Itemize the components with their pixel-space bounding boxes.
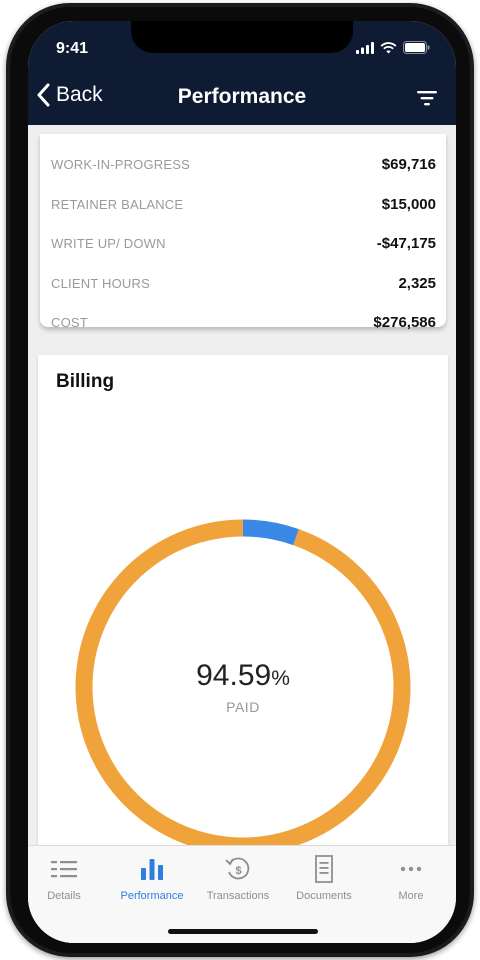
svg-text:$: $ (235, 865, 241, 877)
tab-transactions[interactable]: $ Transactions (195, 854, 281, 910)
filter-icon[interactable] (414, 88, 440, 108)
phone-frame: 9:41 Back Performance WORK-IN-PROGRESS $… (6, 3, 474, 957)
metric-row-client-hours: CLIENT HOURS 2,325 (40, 264, 446, 302)
metric-label: COST (51, 314, 88, 330)
device-notch (131, 21, 353, 53)
back-button[interactable]: Back (36, 83, 103, 107)
tab-bar: Details Performance $ Transactions Docum… (28, 845, 456, 943)
billing-title: Billing (56, 371, 115, 392)
status-time: 9:41 (56, 40, 89, 57)
tab-label: Details (47, 890, 81, 902)
bar-chart-icon (141, 859, 163, 880)
tab-label: Performance (120, 890, 184, 902)
battery-icon (403, 41, 430, 54)
back-label: Back (56, 83, 103, 106)
chevron-left-icon (37, 83, 50, 107)
tab-more[interactable]: More (368, 854, 454, 910)
metric-value: -$47,175 (376, 234, 436, 252)
app-header: 9:41 Back Performance (28, 21, 456, 125)
metric-value: $15,000 (381, 195, 436, 213)
paid-percent-value: 94.59 (196, 659, 272, 692)
list-icon (51, 861, 77, 878)
tab-details[interactable]: Details (28, 854, 107, 910)
metric-row-write-up-down: WRITE UP/ DOWN -$47,175 (40, 224, 446, 262)
more-icon (400, 866, 422, 872)
metric-value: $276,586 (373, 313, 436, 331)
paid-label: PAID (226, 699, 260, 715)
home-indicator (168, 929, 318, 934)
transactions-icon: $ (225, 857, 250, 880)
signal-icon (356, 41, 374, 54)
metric-label: WRITE UP/ DOWN (51, 235, 166, 251)
metric-label: CLIENT HOURS (51, 275, 150, 291)
metric-row-retainer-balance: RETAINER BALANCE $15,000 (40, 185, 446, 223)
metric-row-cost: COST $276,586 (40, 303, 446, 341)
metric-row-work-in-progress: WORK-IN-PROGRESS $69,716 (40, 145, 446, 183)
percent-sign: % (271, 667, 290, 690)
metric-label: RETAINER BALANCE (51, 196, 184, 212)
paid-percent: 94.59% (196, 659, 290, 693)
tab-label: Documents (296, 890, 352, 902)
donut-center-label: 94.59% PAID (75, 519, 411, 855)
metric-value: $69,716 (381, 155, 436, 173)
status-icons (356, 41, 430, 54)
metrics-card: WORK-IN-PROGRESS $69,716 RETAINER BALANC… (40, 134, 446, 331)
tab-performance[interactable]: Performance (109, 854, 195, 910)
app-screen: 9:41 Back Performance WORK-IN-PROGRESS $… (28, 21, 456, 943)
tab-documents[interactable]: Documents (281, 854, 367, 910)
tab-label: More (398, 890, 424, 902)
wifi-icon (380, 41, 397, 53)
tab-label: Transactions (206, 890, 270, 902)
metric-value: 2,325 (398, 274, 436, 292)
document-icon (315, 855, 333, 883)
metric-label: WORK-IN-PROGRESS (51, 156, 190, 172)
